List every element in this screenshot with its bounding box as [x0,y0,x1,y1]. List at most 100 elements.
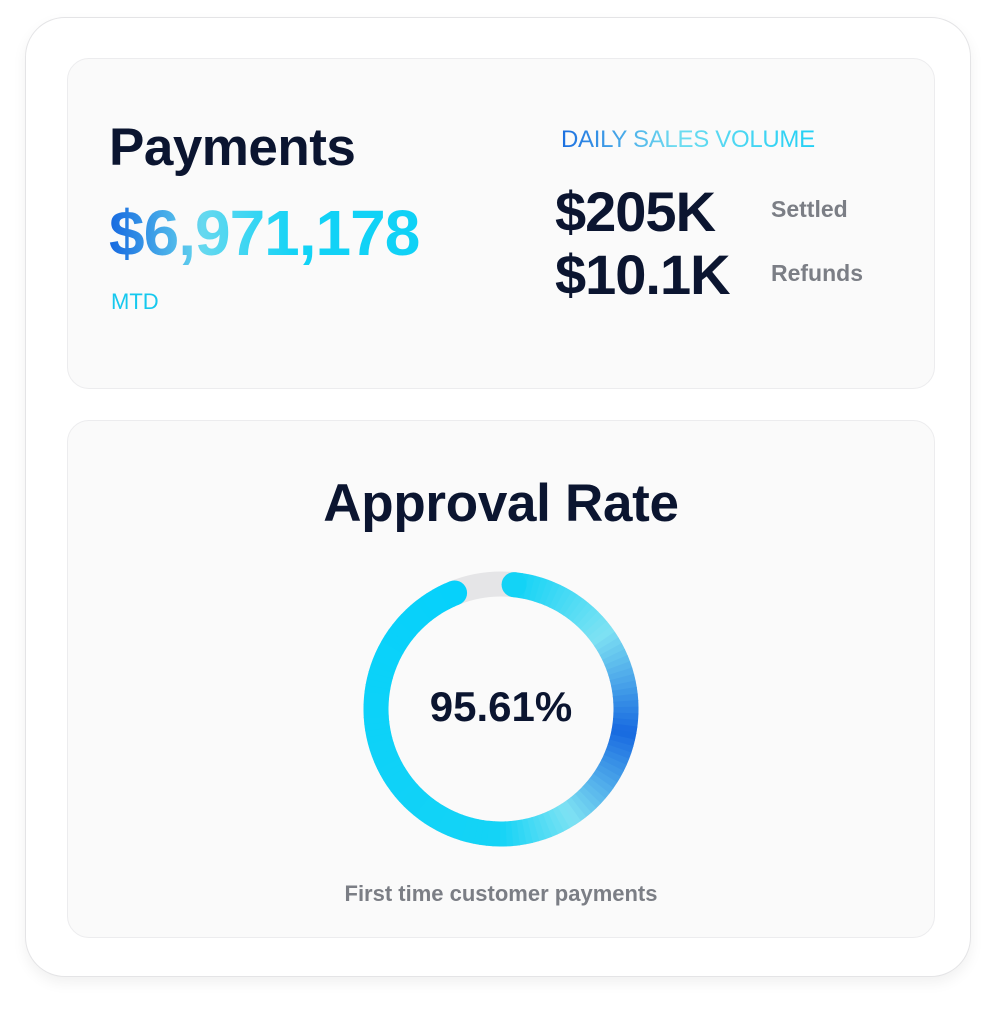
donut-arc-segment [563,594,584,620]
donut-arc-segment [403,788,426,812]
donut-arc-segment [607,739,634,754]
donut-arc-segment [605,744,632,760]
donut-arc-segment [388,624,413,645]
donut-arc-segment [366,731,393,745]
donut-arc-segment [372,652,399,669]
donut-arc-segment [410,600,432,625]
donut-arc-segment [392,618,417,641]
donut-arc-segment [539,579,555,606]
donut-arc-segment [601,754,627,772]
donut-arc-end-cap [442,580,468,606]
donut-arc-segment [368,664,395,679]
donut-arc-segment [599,643,626,661]
daily-sales-volume-label: DAILY SALES VOLUME [561,126,815,153]
donut-arc-segment [585,777,610,800]
donut-arc-segment [441,810,458,836]
donut-arc-segment [567,598,589,623]
donut-arc-segment [558,591,579,616]
donut-arc-segment [383,766,409,787]
donut-arc-segment [528,575,543,602]
donut-arc-segment [375,646,401,664]
donut-arc-segment [574,790,597,814]
payments-card: Payments $6,971,178 MTD DAILY SALES VOLU… [67,58,935,389]
donut-arc-segment [378,640,404,659]
donut-arc-segment [400,609,424,632]
donut-arc-segment [582,782,606,805]
donut-arc-segment [565,797,587,822]
donut-arc-segment [374,752,400,770]
donut-arc-segment [384,629,410,650]
refunds-amount: $10.1K [555,243,731,306]
donut-arc-segment [576,606,599,630]
refunds-label: Refunds [771,260,863,286]
donut-arc-segment [553,587,573,613]
donut-arc-segment [546,808,565,835]
donut-arc-segment [580,611,604,634]
donut-arc-segment [587,621,612,643]
donut-arc-segment [429,805,449,831]
donut-arc-segment [609,673,636,687]
donut-arc-segment [595,764,621,784]
donut-arc-segment [589,773,614,795]
donut-arc-segment [610,728,637,741]
payments-total-amount: $6,971,178 [109,197,420,269]
donut-arc-segment [526,817,540,843]
donut-arc-segment [472,819,485,845]
donut-arc-segment [594,631,619,652]
donut-arc-segment [424,802,444,828]
donut-arc-segment [381,634,407,654]
donut-arc-segment [394,780,419,802]
donut-arc-segment [583,616,608,638]
settled-label: Settled [771,196,848,222]
donut-arc-segment [592,768,618,789]
donut-arc-segment [415,596,437,621]
donut-arc-segment [447,812,464,839]
donut-arc-segment [485,820,495,847]
donut-arc-segment [596,637,623,656]
donut-arc-segment [390,776,415,797]
donut-arc-segment [533,577,549,604]
donut-arc-segment [570,793,592,818]
donut-arc-segment [479,820,490,846]
donut-arc-segment [420,593,441,618]
donut-arc-segment [549,584,567,611]
donut-arc-segment [379,762,406,781]
donut-arc-segment [466,817,479,844]
donut-arc-segment [366,671,393,685]
donut-arc-segment [544,582,561,608]
donut-arc-segment [520,818,533,845]
donut-arc-segment [515,819,527,846]
donut-arc-segment [386,771,412,792]
donut-arc-segment [523,574,536,601]
donut-arc-segment [371,747,398,764]
donut-arc-segment [541,811,559,838]
donut-arc-segment [606,661,633,676]
donut-arc-segment [561,800,582,826]
donut-arc-segment [598,759,624,778]
donut-arc-segment [604,655,631,671]
donut-arc-segment [365,726,392,738]
donut-arc-segment [603,749,630,766]
donut-arc-segment [413,795,435,820]
donut-arc-segment [602,649,628,666]
payments-period-label: MTD [111,289,159,314]
donut-arc-segment [453,814,469,841]
approval-rate-caption: First time customer payments [344,881,658,906]
donut-arc-segment [376,757,403,776]
donut-arc-segment [572,602,594,626]
approval-rate-value: 95.61% [429,683,573,730]
donut-arc-segment [459,816,474,843]
dashboard-widget: Payments $6,971,178 MTD DAILY SALES VOLU… [25,17,971,977]
donut-arc-segment [578,786,601,809]
donut-arc-segment [609,734,636,748]
donut-arc-segment [370,658,397,674]
donut-arc-segment [510,820,520,847]
donut-arc-start-cap [501,572,527,598]
approval-rate-donut: 95.61% [361,569,641,849]
donut-arc-segment [531,815,546,842]
donut-arc-segment [590,626,616,647]
settled-amount: $205K [555,180,716,243]
approval-rate-title: Approval Rate [323,474,679,533]
donut-arc-segment [369,742,396,757]
donut-arc-segment [556,803,576,829]
